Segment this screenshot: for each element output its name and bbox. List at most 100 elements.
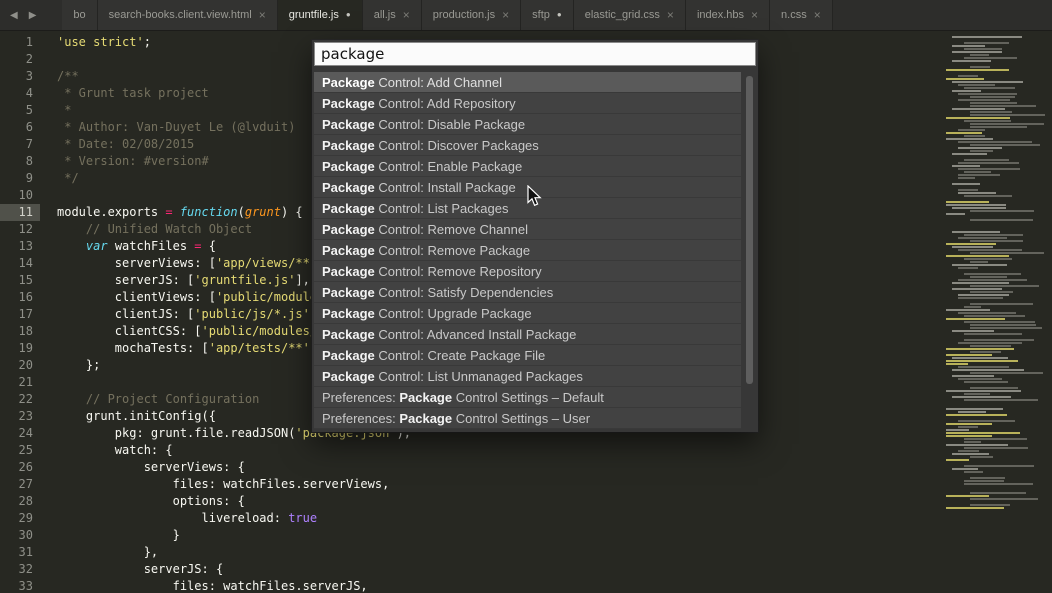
minimap[interactable] — [946, 36, 1048, 526]
line-number: 10 — [0, 187, 40, 204]
code-line[interactable]: 29 livereload: true — [0, 510, 1052, 527]
code-line[interactable]: 25 watch: { — [0, 442, 1052, 459]
tab-sftp[interactable]: sftp● — [521, 0, 574, 30]
line-number: 16 — [0, 289, 40, 306]
palette-item[interactable]: Package Control: Remove Package — [314, 240, 741, 261]
tab-label: gruntfile.js — [289, 9, 339, 21]
minimap-mark — [946, 429, 969, 431]
tab-index-hbs[interactable]: index.hbs × — [686, 0, 770, 30]
code-text: // Unified Watch Object — [40, 221, 252, 238]
minimap-mark — [964, 120, 1011, 122]
palette-item-text: Package — [322, 222, 375, 237]
code-line[interactable]: 30 } — [0, 527, 1052, 544]
minimap-mark — [958, 378, 1002, 380]
tab-search-books-client-view-html[interactable]: search-books.client.view.html× — [98, 0, 278, 30]
palette-list: Package Control: Add ChannelPackage Cont… — [314, 72, 756, 429]
palette-item-text: Package — [322, 159, 375, 174]
code-token: { — [202, 239, 216, 253]
code-line[interactable]: 31 }, — [0, 544, 1052, 561]
palette-item[interactable]: Package Control: Install Package — [314, 177, 741, 198]
minimap-mark — [946, 69, 1009, 71]
palette-item[interactable]: Package Control: Remove Repository — [314, 261, 741, 282]
code-text: } — [40, 527, 180, 544]
code-token: = — [165, 205, 179, 219]
minimap-mark — [964, 447, 1028, 449]
minimap-mark — [958, 294, 1009, 296]
minimap-mark — [952, 51, 1002, 53]
palette-item-text: Control: Enable Package — [375, 159, 522, 174]
palette-item[interactable]: Package Control: Create Package File — [314, 345, 741, 366]
palette-item[interactable]: Package Control: Enable Package — [314, 156, 741, 177]
palette-item[interactable]: Package Control: Remove Channel — [314, 219, 741, 240]
tab-production-js[interactable]: production.js× — [422, 0, 521, 30]
command-palette: Package Control: Add ChannelPackage Cont… — [312, 40, 758, 432]
minimap-mark — [958, 426, 978, 428]
tab-all-js[interactable]: all.js× — [363, 0, 422, 30]
close-icon[interactable]: × — [751, 9, 758, 21]
line-number: 26 — [0, 459, 40, 476]
minimap-mark — [958, 174, 1000, 176]
minimap-mark — [946, 318, 1005, 320]
code-token: 'gruntfile.js' — [194, 273, 295, 287]
close-icon[interactable]: × — [502, 9, 509, 21]
line-number: 23 — [0, 408, 40, 425]
command-palette-input[interactable] — [314, 42, 756, 66]
minimap-mark — [946, 408, 1003, 410]
line-number: 33 — [0, 578, 40, 593]
palette-item[interactable]: Package Control: List Packages — [314, 198, 741, 219]
palette-item-text: Control: Add Channel — [375, 75, 502, 90]
code-line[interactable]: 26 serverViews: { — [0, 459, 1052, 476]
palette-item-text: Control: Discover Packages — [375, 138, 539, 153]
minimap-mark — [958, 267, 978, 269]
forward-button[interactable]: ▶ — [29, 10, 37, 21]
close-icon[interactable]: × — [814, 9, 821, 21]
palette-item[interactable]: Package Control: Discover Packages — [314, 135, 741, 156]
palette-item[interactable]: Package Control: Disable Package — [314, 114, 741, 135]
code-token: * — [57, 103, 71, 117]
close-icon[interactable]: × — [667, 9, 674, 21]
palette-item[interactable]: Package Control: Upgrade Package — [314, 303, 741, 324]
line-number: 24 — [0, 425, 40, 442]
palette-item[interactable]: Preferences: Package Control Settings – … — [314, 387, 741, 408]
palette-item[interactable]: Package Control: Add Channel — [314, 72, 741, 93]
minimap-mark — [970, 291, 1013, 293]
code-line[interactable]: 32 serverJS: { — [0, 561, 1052, 578]
palette-item-text: Control: Remove Repository — [375, 264, 542, 279]
minimap-mark — [970, 126, 1027, 128]
close-icon[interactable]: × — [403, 9, 410, 21]
palette-scrollbar-thumb[interactable] — [746, 76, 753, 384]
tab-strip: bosearch-books.client.view.html×gruntfil… — [62, 0, 1052, 30]
tab-bo[interactable]: bo — [62, 0, 97, 30]
minimap-mark — [958, 279, 1027, 281]
minimap-mark — [970, 144, 1040, 146]
tab-label: index.hbs — [697, 9, 744, 21]
tab-n-css[interactable]: n.css× — [770, 0, 833, 30]
close-icon[interactable]: × — [259, 9, 266, 21]
palette-item[interactable]: Preferences: Package Control Settings – … — [314, 408, 741, 429]
code-line[interactable]: 27 files: watchFiles.serverViews, — [0, 476, 1052, 493]
palette-item-text: Control: Disable Package — [375, 117, 525, 132]
minimap-mark — [952, 153, 987, 155]
palette-item[interactable]: Package Control: List Unmanaged Packages — [314, 366, 741, 387]
tab-gruntfile-js[interactable]: gruntfile.js● — [278, 0, 363, 30]
back-button[interactable]: ◀ — [10, 10, 18, 21]
minimap-mark — [958, 312, 1016, 314]
palette-item-text: Control: Upgrade Package — [375, 306, 532, 321]
minimap-mark — [958, 411, 986, 413]
code-token: clientViews: [ — [57, 290, 216, 304]
tab-elastic-grid-css[interactable]: elastic_grid.css× — [574, 0, 686, 30]
minimap-mark — [964, 393, 990, 395]
palette-item[interactable]: Package Control: Advanced Install Packag… — [314, 324, 741, 345]
palette-item-text: Package — [322, 180, 375, 195]
line-number: 6 — [0, 119, 40, 136]
line-number: 8 — [0, 153, 40, 170]
minimap-mark — [952, 396, 1011, 398]
code-line[interactable]: 33 files: watchFiles.serverJS, — [0, 578, 1052, 593]
palette-item-text: Control: List Unmanaged Packages — [375, 369, 583, 384]
palette-item[interactable]: Package Control: Add Repository — [314, 93, 741, 114]
minimap-mark — [946, 495, 989, 497]
palette-item[interactable]: Package Control: Satisfy Dependencies — [314, 282, 741, 303]
code-line[interactable]: 28 options: { — [0, 493, 1052, 510]
code-token: watch: { — [57, 443, 173, 457]
minimap-mark — [952, 264, 1007, 266]
